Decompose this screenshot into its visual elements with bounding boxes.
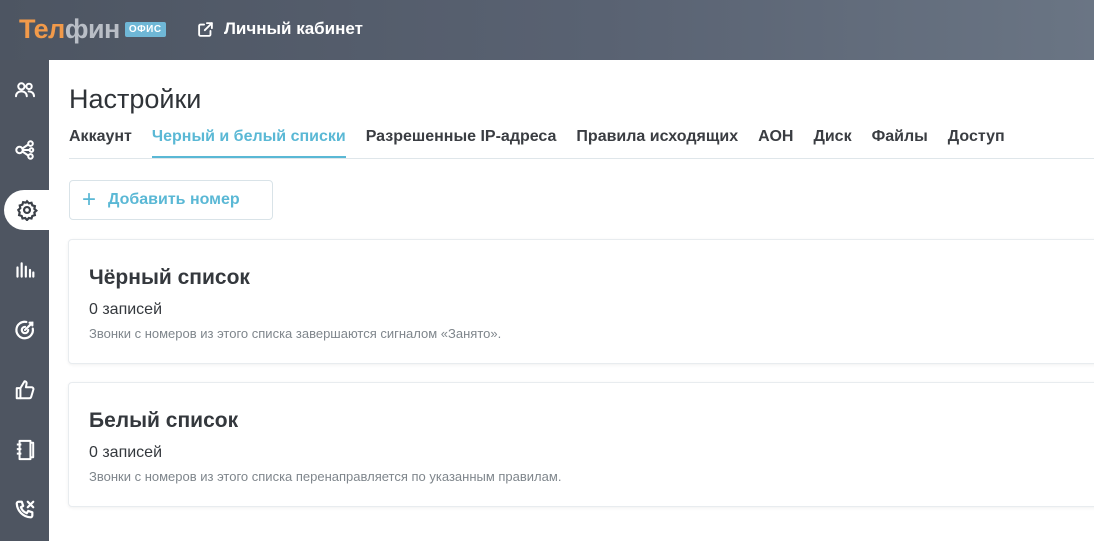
logo-wordmark-part-2: фин <box>64 13 121 44</box>
personal-cabinet-link[interactable]: Личный кабинет <box>197 19 363 39</box>
black-list-count: 0 записей <box>89 301 163 318</box>
sidebar-item-feedback[interactable] <box>0 370 49 410</box>
white-list-description: Звонки с номеров из этого списка перенап… <box>89 469 562 484</box>
tab-files[interactable]: Файлы <box>872 128 928 158</box>
sidebar-item-contacts[interactable] <box>0 430 49 470</box>
personal-cabinet-label: Личный кабинет <box>224 19 363 38</box>
sidebar-item-settings[interactable] <box>4 190 49 230</box>
top-bar: Телфин ОФИС Личный кабинет <box>0 0 1094 60</box>
sidebar <box>0 60 49 541</box>
logo[interactable]: Телфин ОФИС <box>19 14 166 44</box>
logo-badge: ОФИС <box>124 21 166 37</box>
external-link-icon <box>198 21 213 37</box>
sidebar-item-call-flow[interactable] <box>0 130 49 170</box>
tab-access[interactable]: Доступ <box>948 128 1005 158</box>
logo-wordmark: Телфин <box>19 14 120 45</box>
logo-wordmark-part-1: Тел <box>19 13 65 44</box>
tab-account[interactable]: Аккаунт <box>69 128 132 158</box>
target-icon <box>14 320 34 340</box>
tab-disk[interactable]: Диск <box>813 128 851 158</box>
statistics-icon <box>15 262 34 278</box>
add-number-label: Добавить номер <box>108 191 240 208</box>
tab-black-white-lists[interactable]: Черный и белый списки <box>151 128 346 158</box>
tab-outgoing-rules[interactable]: Правила исходящих <box>576 128 738 158</box>
white-list-count: 0 записей <box>89 444 163 461</box>
white-list-title: Белый список <box>89 409 239 432</box>
sidebar-item-statistics[interactable] <box>0 250 49 290</box>
missed-call-icon <box>15 500 34 519</box>
sidebar-item-users[interactable] <box>0 70 49 110</box>
white-list-card[interactable]: Белый список 0 записей Звонки с номеров … <box>68 382 1094 507</box>
black-list-card[interactable]: Чёрный список 0 записей Звонки с номеров… <box>68 239 1094 364</box>
sidebar-item-target[interactable] <box>0 310 49 350</box>
plus-icon: + <box>82 186 97 213</box>
main-content: Настройки Аккаунт Черный и белый списки … <box>49 60 1094 541</box>
tab-caller-id[interactable]: АОН <box>758 128 793 158</box>
add-number-button[interactable]: + Добавить номер <box>69 180 273 220</box>
page-title: Настройки <box>69 84 202 114</box>
black-list-title: Чёрный список <box>89 266 250 289</box>
thumbs-up-icon <box>15 380 34 400</box>
call-flow-icon <box>14 140 34 160</box>
settings-tabs: Аккаунт Черный и белый списки Разрешенны… <box>69 128 1094 159</box>
tab-allowed-ip[interactable]: Разрешенные IP-адреса <box>366 128 557 158</box>
sidebar-item-missed-calls[interactable] <box>0 490 49 530</box>
users-icon <box>14 82 35 98</box>
notebook-icon <box>16 439 34 461</box>
settings-icon <box>16 199 38 221</box>
black-list-description: Звонки с номеров из этого списка заверша… <box>89 326 502 341</box>
